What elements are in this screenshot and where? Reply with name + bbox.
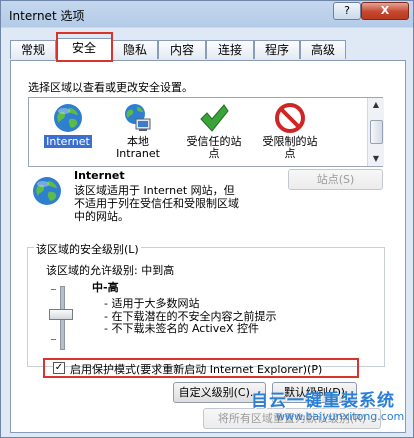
tab-content[interactable]: 内容 <box>158 40 206 59</box>
selected-zone-description: 该区域适用于 Internet 网站，但 不适用于列在受信任和受限制区域 中的网… <box>74 184 239 223</box>
window-title: Internet 选项 <box>9 9 85 23</box>
zone-local-intranet-label: 本地 Intranet <box>116 135 160 160</box>
slider-tick <box>51 339 56 340</box>
slider-tick <box>51 289 56 290</box>
scroll-down-icon[interactable]: ▼ <box>368 152 384 166</box>
zone-internet-label: Internet <box>44 135 92 148</box>
internet-options-window: Internet 选项 ? X 常规 安全 隐私 内容 连接 程序 高级 选择区… <box>0 0 414 438</box>
tab-programs[interactable]: 程序 <box>254 40 300 59</box>
zone-trusted-sites-label: 受信任的站 点 <box>186 135 242 160</box>
globe-icon <box>54 104 82 132</box>
title-bar[interactable]: Internet 选项 ? X <box>1 1 413 27</box>
close-button[interactable]: X <box>361 2 409 20</box>
tab-privacy[interactable]: 隐私 <box>112 40 158 59</box>
local-intranet-icon <box>125 104 151 131</box>
watermark-brand: 自云一键重装系统 <box>251 391 395 411</box>
level-bullet: - 不下载未签名的 ActiveX 控件 <box>104 322 260 335</box>
security-level-slider-thumb[interactable] <box>49 309 73 320</box>
zone-list-scrollbar[interactable]: ▲ ▼ <box>367 98 384 166</box>
globe-icon <box>33 177 61 205</box>
checkmark-icon <box>200 104 229 132</box>
tab-general[interactable]: 常规 <box>10 40 56 59</box>
protected-mode-label[interactable]: 启用保护模式(要求重新启动 Internet Explorer)(P) <box>70 361 322 377</box>
tab-connections[interactable]: 连接 <box>206 40 254 59</box>
zone-list: Internet 本地 Intranet 受信任的站 点 受限制的站 点 ▲ ▼ <box>28 97 384 167</box>
allowed-levels-text: 该区域的允许级别: 中到高 <box>46 264 175 277</box>
zone-restricted-sites-label: 受限制的站 点 <box>262 135 318 160</box>
help-button[interactable]: ? <box>333 2 361 20</box>
zone-instruction: 选择区域以查看或更改安全设置。 <box>28 81 193 94</box>
selected-zone-name: Internet <box>74 169 125 182</box>
tab-advanced[interactable]: 高级 <box>300 40 346 59</box>
scroll-up-icon[interactable]: ▲ <box>368 98 384 112</box>
restricted-icon <box>275 103 305 133</box>
protected-mode-checkbox[interactable]: ✓ <box>53 362 65 374</box>
watermark-url: www.baiyunxitong.com <box>276 410 405 423</box>
scroll-thumb[interactable] <box>370 120 383 144</box>
security-level-name: 中-高 <box>92 281 119 294</box>
security-level-group-title: 该区域的安全级别(L) <box>34 241 141 257</box>
tab-highlight-box <box>56 32 113 62</box>
sites-button[interactable]: 站点(S) <box>288 169 383 190</box>
